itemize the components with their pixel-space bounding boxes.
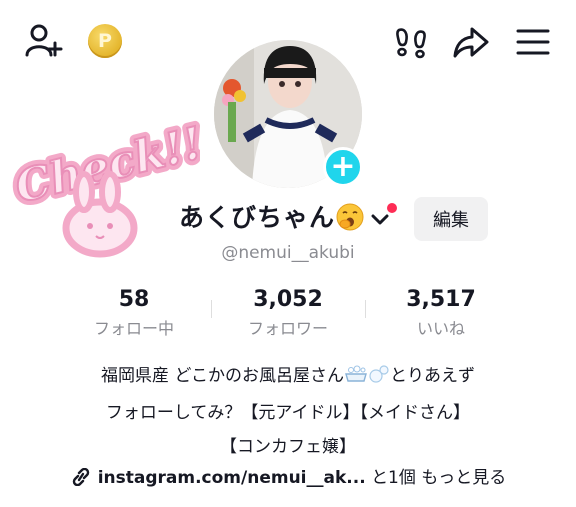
likes-stat[interactable]: 3,517 いいね (366, 287, 516, 339)
chevron-down-icon[interactable] (370, 212, 390, 226)
following-stat[interactable]: 58 フォロー中 (59, 287, 209, 339)
bio-line: 福岡県産 どこかのお風呂屋さん とりあえず (0, 361, 576, 386)
link-count[interactable]: と1個 (371, 468, 416, 488)
stat-label: いいね (416, 319, 465, 338)
bio-link-row: instagram.com/nemui__ak... と1個 もっと見る (0, 463, 576, 488)
bathtub-icon (344, 364, 368, 384)
display-name: あくびちゃん (179, 203, 336, 232)
link-icon (70, 467, 92, 487)
yawning-face-icon (335, 202, 365, 232)
instagram-link[interactable]: instagram.com/nemui__ak... (98, 468, 366, 488)
notification-dot (387, 203, 397, 213)
check-sticker: Check!! Check!! (0, 100, 213, 260)
stat-value: 58 (118, 287, 150, 312)
stat-value: 3,052 (253, 287, 323, 312)
stat-label: フォロワー (247, 319, 328, 338)
edit-profile-button[interactable]: 編集 (414, 197, 488, 241)
coin-icon[interactable]: P (88, 24, 122, 58)
menu-icon[interactable] (515, 26, 551, 58)
plus-icon: + (330, 149, 356, 184)
bio-text: 福岡県産 どこかのお風呂屋さん (101, 366, 344, 386)
stat-value: 3,517 (406, 287, 476, 312)
bio-text: とりあえず (389, 366, 475, 386)
bubbles-icon (368, 364, 390, 384)
stat-label: フォロー中 (93, 319, 174, 338)
add-friend-icon[interactable] (24, 22, 64, 62)
stat-divider (211, 300, 212, 318)
bio-line: フォローしてみ？【元アイドル】【メイドさん】 (105, 403, 471, 423)
share-icon[interactable] (452, 24, 490, 60)
bio-line: 【コンカフェ嬢】 (220, 437, 356, 457)
followers-stat[interactable]: 3,052 フォロワー (213, 287, 363, 339)
footprint-icon[interactable] (393, 24, 429, 60)
add-photo-button[interactable]: + (323, 147, 363, 187)
coin-letter: P (98, 30, 112, 52)
see-more-link[interactable]: もっと見る (421, 468, 506, 488)
username: @nemui__akubi (221, 243, 355, 263)
